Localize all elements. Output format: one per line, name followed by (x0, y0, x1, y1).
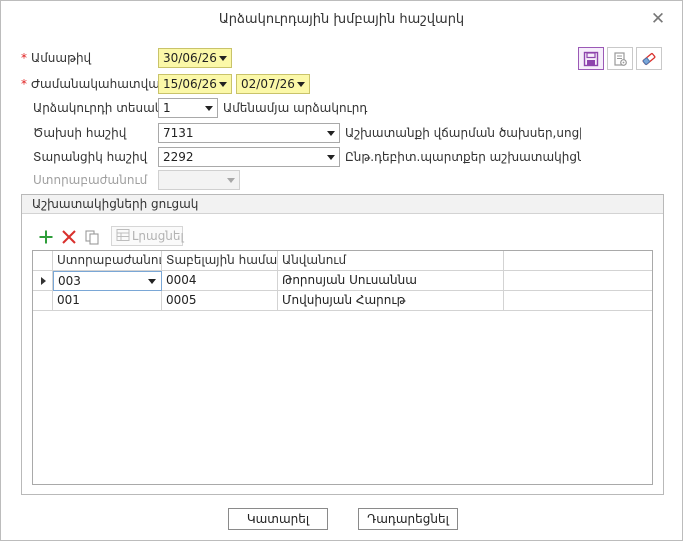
fill-button-label: Լրացնել (132, 229, 184, 243)
fill-button[interactable]: Լրացնել (111, 226, 184, 246)
clear-button[interactable] (636, 47, 662, 70)
group-vacation-dialog: Արձակուրդային խմբային հաշվարկ ✕ * Ամսաթիվ… (0, 0, 683, 541)
required-marker: * (21, 51, 27, 65)
close-icon[interactable]: ✕ (650, 10, 666, 28)
copy-row-button[interactable] (83, 228, 101, 246)
expense-account-value: 7131 (163, 126, 194, 140)
expense-account-label: Ծախսի հաշիվ (33, 126, 127, 140)
period-label-text: Ժամանակահատված (31, 77, 168, 91)
vacation-type-field[interactable]: 1 (158, 98, 218, 118)
current-row-arrow-icon (41, 277, 46, 285)
date-field[interactable]: 30/06/26 (158, 48, 232, 68)
row-indicator-header (33, 251, 53, 271)
delete-row-button[interactable] (60, 228, 78, 246)
vacation-type-label: Արձակուրդի տեսակ (33, 101, 163, 115)
vacation-type-description: Ամենամյա արձակուրդ (223, 101, 368, 115)
chevron-down-icon[interactable] (327, 131, 335, 136)
table-header: Ստորաբաժանում Տաբելային համար Անվանում (33, 251, 652, 271)
period-to-value: 02/07/26 (241, 77, 295, 91)
document-settings-button[interactable] (607, 47, 633, 70)
row-tab-number-cell[interactable]: 0004 (162, 271, 278, 291)
period-from-value: 15/06/26 (163, 77, 217, 91)
employees-group-title: Աշխատակիցների ցուցակ (22, 195, 663, 214)
chevron-down-icon[interactable] (327, 155, 335, 160)
ok-button[interactable]: Կատարել (228, 508, 328, 530)
vacation-type-value: 1 (163, 101, 171, 115)
column-header-name[interactable]: Անվանում (278, 251, 504, 271)
row-indicator (33, 271, 53, 291)
date-label: * Ամսաթիվ (21, 51, 91, 65)
division-label: Ստորաբաժանում (33, 173, 148, 187)
date-label-text: Ամսաթիվ (31, 51, 92, 65)
required-marker: * (21, 77, 27, 91)
table-row[interactable]: 003 0004 Թորոսյան Սուսաննա (33, 271, 652, 291)
row-empty-cell (504, 271, 652, 291)
chevron-down-icon (227, 178, 235, 183)
eraser-icon (642, 52, 656, 65)
table-row[interactable]: 001 0005 Մովսիսյան Հարութ (33, 291, 652, 311)
title-bar: Արձակուրդային խմբային հաշվարկ ✕ (1, 1, 682, 39)
liability-account-description: Ընթ.դեբիտ.պարտքեր աշխատակիցների (345, 150, 581, 164)
row-name-cell[interactable]: Թորոսյան Սուսաննա (278, 271, 504, 291)
period-from-field[interactable]: 15/06/26 (158, 74, 232, 94)
row-division-value: 003 (58, 274, 81, 288)
save-button[interactable] (578, 47, 604, 70)
settings-doc-icon (614, 51, 627, 66)
row-name-cell[interactable]: Մովսիսյան Հարութ (278, 291, 504, 311)
row-division-cell[interactable]: 003 (53, 271, 162, 291)
x-icon (62, 230, 76, 244)
liability-account-label: Տարանցիկ հաշիվ (33, 150, 148, 164)
row-indicator (33, 291, 53, 311)
add-row-button[interactable] (37, 228, 55, 246)
column-header-tab-number[interactable]: Տաբելային համար (162, 251, 278, 271)
employees-group: Աշխատակիցների ցուցակ Լրացնել Ստորաբաժանո… (21, 194, 664, 495)
row-division-cell[interactable]: 001 (53, 291, 162, 311)
chevron-down-icon[interactable] (219, 82, 227, 87)
liability-account-value: 2292 (163, 150, 194, 164)
chevron-down-icon[interactable] (148, 279, 156, 284)
table-icon (116, 229, 130, 241)
expense-account-field[interactable]: 7131 (158, 123, 340, 143)
chevron-down-icon[interactable] (219, 56, 227, 61)
copy-icon (85, 230, 99, 245)
cancel-button[interactable]: Դադարեցնել (358, 508, 458, 530)
date-value: 30/06/26 (163, 51, 217, 65)
row-tab-number-cell[interactable]: 0005 (162, 291, 278, 311)
dialog-title: Արձակուրդային խմբային հաշվարկ (218, 12, 465, 27)
expense-account-description: Աշխատանքի վճարման ծախսեր,սոցիալ.ա (345, 126, 581, 140)
division-field (158, 170, 240, 190)
liability-account-field[interactable]: 2292 (158, 147, 340, 167)
plus-icon (39, 230, 53, 244)
period-label: * Ժամանակահատված (21, 77, 167, 91)
row-empty-cell (504, 291, 652, 311)
chevron-down-icon[interactable] (297, 82, 305, 87)
employees-table: Ստորաբաժանում Տաբելային համար Անվանում 0… (32, 250, 653, 485)
column-header-division[interactable]: Ստորաբաժանում (53, 251, 162, 271)
period-to-field[interactable]: 02/07/26 (236, 74, 310, 94)
save-icon (583, 51, 599, 66)
column-header-empty (504, 251, 652, 271)
chevron-down-icon[interactable] (205, 106, 213, 111)
